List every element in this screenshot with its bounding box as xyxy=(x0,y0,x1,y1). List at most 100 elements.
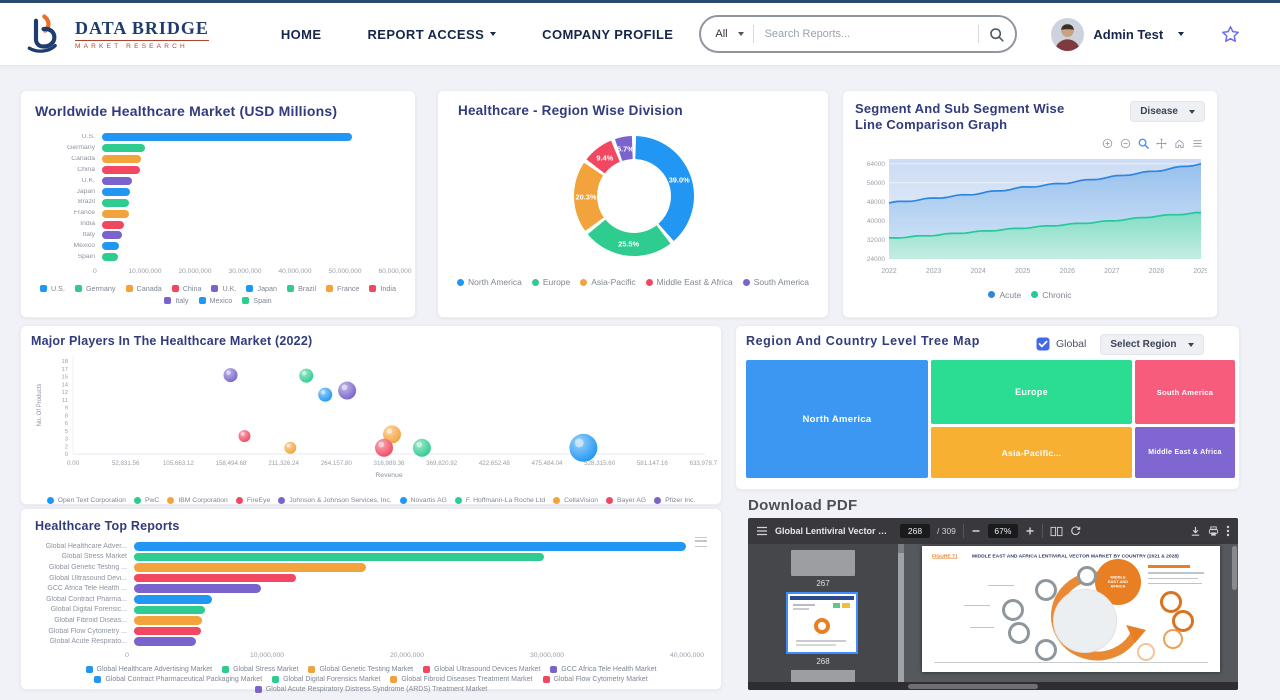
bubble[interactable] xyxy=(338,382,356,400)
legend-item[interactable]: Brazil xyxy=(287,284,316,293)
nav-report-access[interactable]: REPORT ACCESS xyxy=(367,27,496,42)
legend-item[interactable]: Global Healthcare Advertising Market xyxy=(86,666,213,673)
global-checkbox[interactable]: Global xyxy=(1036,337,1086,351)
bar[interactable] xyxy=(134,584,261,593)
legend-item[interactable]: Pfizer Inc. xyxy=(654,497,695,504)
legend-item[interactable]: Europe xyxy=(532,277,570,287)
bar[interactable] xyxy=(102,242,119,250)
zoom-in-icon[interactable] xyxy=(1102,138,1113,149)
zoom-level[interactable]: 67% xyxy=(988,524,1018,538)
search-category-dropdown[interactable]: All xyxy=(715,28,743,40)
legend-item[interactable]: U.K. xyxy=(211,284,236,293)
bar[interactable] xyxy=(134,616,202,625)
bar[interactable] xyxy=(134,627,201,636)
treemap-tile[interactable]: North America xyxy=(746,360,928,478)
legend-item[interactable]: FireEye xyxy=(236,497,270,504)
bar[interactable] xyxy=(102,144,145,152)
favorites-star-icon[interactable] xyxy=(1220,24,1241,45)
bar[interactable] xyxy=(102,133,352,141)
legend-item[interactable]: Open Text Corporation xyxy=(47,497,126,504)
bar[interactable] xyxy=(102,231,122,239)
legend-item[interactable]: South America xyxy=(743,277,809,287)
bar[interactable] xyxy=(102,210,129,218)
legend-item[interactable]: Italy xyxy=(164,296,188,305)
bubble[interactable] xyxy=(318,388,332,402)
bubble[interactable] xyxy=(413,439,431,457)
bar[interactable] xyxy=(134,637,196,646)
bar[interactable] xyxy=(102,199,129,207)
legend-item[interactable]: CellaVision xyxy=(553,497,598,504)
bar[interactable] xyxy=(102,221,124,229)
sidebar-toggle-icon[interactable] xyxy=(756,525,768,537)
kebab-menu-icon[interactable] xyxy=(1226,525,1230,537)
select-region-dropdown[interactable]: Select Region xyxy=(1100,334,1203,355)
legend-item[interactable]: Johnson & Johnson Services, Inc. xyxy=(278,497,391,504)
legend-item[interactable]: France xyxy=(326,284,359,293)
legend-item[interactable]: Mexico xyxy=(199,296,233,305)
legend-item[interactable]: Acute xyxy=(988,290,1021,300)
legend-item[interactable]: Canada xyxy=(126,284,162,293)
bubble[interactable] xyxy=(299,369,313,383)
donut-slice[interactable] xyxy=(588,220,671,256)
bar[interactable] xyxy=(102,177,132,185)
bar[interactable] xyxy=(134,553,544,562)
legend-item[interactable]: Global Acute Respiratory Distress Syndro… xyxy=(255,686,487,693)
legend-item[interactable]: Global Contract Pharmaceutical Packaging… xyxy=(94,676,262,683)
search-input[interactable] xyxy=(763,27,970,41)
bar[interactable] xyxy=(134,606,205,615)
legend-item[interactable]: Global Flow Cytometry Market xyxy=(543,676,648,683)
print-icon[interactable] xyxy=(1208,526,1219,537)
legend-item[interactable]: Spain xyxy=(242,296,271,305)
legend-item[interactable]: North America xyxy=(457,277,522,287)
disease-dropdown[interactable]: Disease xyxy=(1130,101,1205,122)
legend-item[interactable]: Global Fibroid Diseases Treatment Market xyxy=(390,676,532,683)
legend-item[interactable]: China xyxy=(172,284,202,293)
zoom-in-icon[interactable] xyxy=(1025,526,1035,536)
pdf-vertical-scrollbar[interactable] xyxy=(1232,546,1237,676)
thumbnail-page-267[interactable] xyxy=(791,550,855,576)
legend-item[interactable]: Japan xyxy=(246,284,277,293)
rotate-icon[interactable] xyxy=(1070,526,1081,537)
treemap-tile[interactable]: Europe xyxy=(931,360,1132,424)
legend-item[interactable]: Global Digital Forensics Market xyxy=(272,676,380,683)
treemap-tile[interactable]: Asia-Pacific... xyxy=(931,427,1132,478)
bar[interactable] xyxy=(102,155,141,163)
bubble[interactable] xyxy=(375,439,393,457)
legend-item[interactable]: Global Ultrasound Devices Market xyxy=(423,666,540,673)
pdf-horizontal-scrollbar[interactable] xyxy=(748,682,1238,690)
legend-item[interactable]: Asia-Pacific xyxy=(580,277,635,287)
thumbnail-page-268[interactable] xyxy=(786,592,858,654)
legend-item[interactable]: India xyxy=(369,284,396,293)
legend-item[interactable]: Chronic xyxy=(1031,290,1071,300)
nav-company-profile[interactable]: COMPANY PROFILE xyxy=(542,27,673,42)
bar[interactable] xyxy=(102,253,118,261)
bar[interactable] xyxy=(102,166,140,174)
search-icon[interactable] xyxy=(988,26,1005,43)
page-view-icon[interactable] xyxy=(1050,526,1063,537)
bar[interactable] xyxy=(134,563,366,572)
home-reset-icon[interactable] xyxy=(1174,138,1185,149)
nav-home[interactable]: HOME xyxy=(281,27,322,42)
page-number-input[interactable]: 268 xyxy=(900,524,930,538)
bar[interactable] xyxy=(134,542,686,551)
bar[interactable] xyxy=(134,595,212,604)
legend-item[interactable]: Bayer AG xyxy=(606,497,646,504)
selection-zoom-icon[interactable] xyxy=(1138,138,1149,149)
legend-item[interactable]: Novartis AG xyxy=(400,497,447,504)
legend-item[interactable]: F. Hoffmann-La Roche Ltd xyxy=(455,497,545,504)
legend-item[interactable]: Germany xyxy=(75,284,116,293)
bubble[interactable] xyxy=(569,434,597,462)
zoom-out-icon[interactable] xyxy=(1120,138,1131,149)
user-menu[interactable]: Admin Test xyxy=(1051,18,1184,51)
download-icon[interactable] xyxy=(1190,526,1201,537)
bar[interactable] xyxy=(102,188,130,196)
top-reports-menu-icon[interactable] xyxy=(695,537,707,547)
treemap-tile[interactable]: Middle East & Africa xyxy=(1135,427,1235,478)
bubble[interactable] xyxy=(238,430,250,442)
brand-logo[interactable]: DATA BRIDGE MARKET RESEARCH xyxy=(26,14,209,54)
legend-item[interactable]: Global Genetic Testing Market xyxy=(308,666,413,673)
legend-item[interactable]: U.S. xyxy=(40,284,65,293)
zoom-out-icon[interactable] xyxy=(971,526,981,536)
legend-item[interactable]: IBM Corporation xyxy=(167,497,228,504)
legend-item[interactable]: Middle East & Africa xyxy=(646,277,733,287)
